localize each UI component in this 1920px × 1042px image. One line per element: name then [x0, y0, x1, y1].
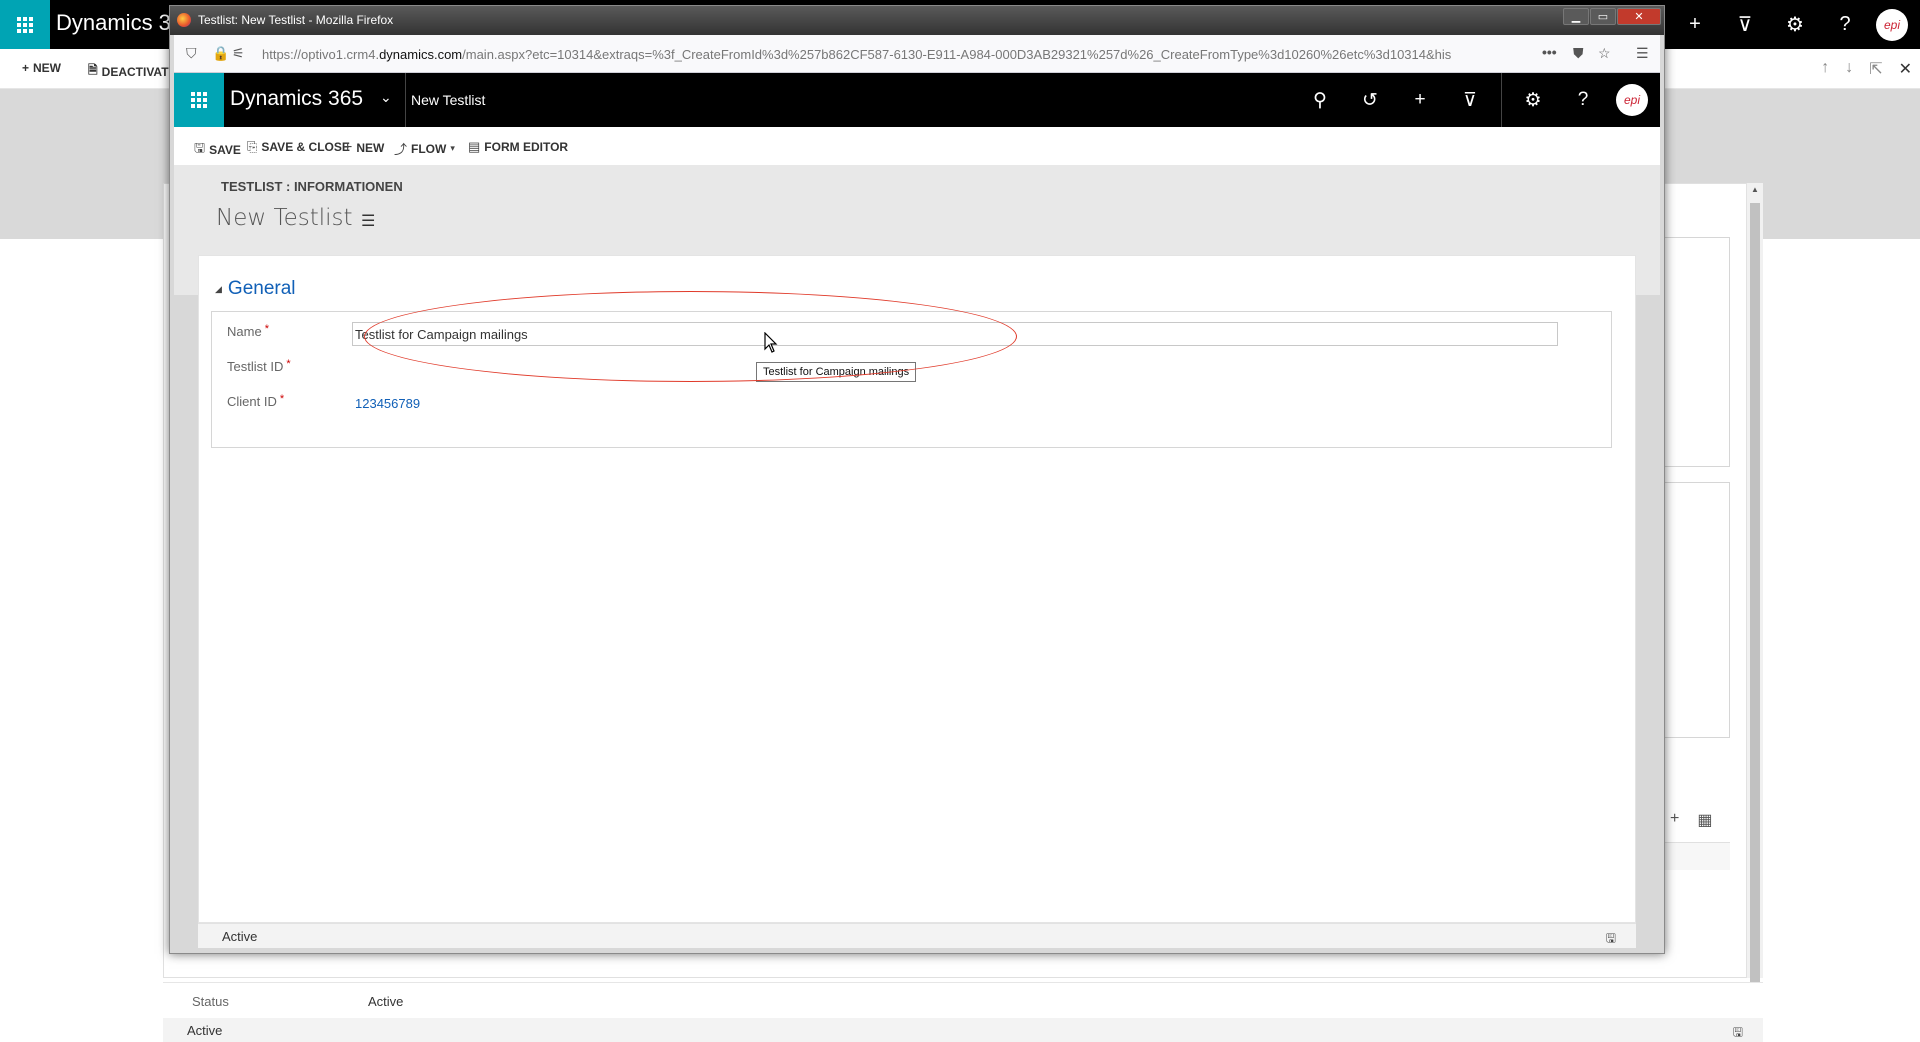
save-icon: 🖫 [194, 140, 206, 155]
window-title-bar[interactable]: Testlist: New Testlist - Mozilla Firefox… [170, 6, 1664, 35]
form-body: ◢ General Name* Testlist ID* Client ID* … [198, 255, 1636, 923]
field-label: Name * [227, 323, 269, 339]
required-marker: * [286, 358, 291, 370]
filter-icon[interactable]: ⊽ [1720, 0, 1770, 49]
command-bar: 🖫 SAVE ⎘ SAVE & CLOSE + NEW ⤴ FLOW ▾ ▤ F… [174, 127, 1660, 165]
required-marker: * [264, 323, 269, 335]
flow-icon: ⤴ [394, 142, 408, 157]
firefox-logo-icon [177, 13, 191, 27]
maximize-icon[interactable]: ▭ [1590, 8, 1616, 25]
page-actions-icon[interactable]: ••• [1542, 44, 1557, 60]
grid-icon[interactable]: ▦ [1697, 810, 1712, 830]
firefox-window: Testlist: New Testlist - Mozilla Firefox… [169, 5, 1665, 954]
background-new-button[interactable]: + NEW [22, 61, 61, 75]
collapse-triangle-icon[interactable]: ◢ [215, 284, 222, 295]
scrollbar-thumb[interactable] [1750, 203, 1760, 1042]
page-title: New Testlist [216, 205, 353, 231]
hamburger-menu-icon[interactable]: ☰ [1636, 45, 1649, 62]
app-launcher-icon[interactable] [174, 73, 224, 127]
help-icon[interactable]: ? [1558, 73, 1608, 127]
name-input[interactable] [352, 322, 1558, 346]
arrow-up-icon[interactable]: ↑ [1821, 59, 1829, 79]
new-button[interactable]: + NEW [343, 139, 384, 157]
divider [1501, 73, 1502, 127]
footer-status: Active [187, 1023, 223, 1038]
background-footer: Active 🖫 [163, 1018, 1763, 1042]
app-brand[interactable]: Dynamics 365 [230, 87, 363, 111]
filter-icon[interactable]: ⊽ [1445, 73, 1495, 127]
background-side-box [1660, 482, 1730, 738]
background-side-box [1660, 237, 1730, 467]
plus-icon[interactable]: + [1670, 0, 1720, 49]
popout-icon[interactable]: ⇱ [1869, 59, 1882, 79]
background-status-row: Status Active [163, 982, 1763, 1018]
save-icon[interactable]: 🖫 [1733, 1023, 1743, 1042]
app-top-bar: Dynamics 365 ⌄ New Testlist ⚲ ↺ + ⊽ ⚙ ? … [174, 73, 1660, 127]
status-label: Status [192, 994, 229, 1009]
plus-icon: + [343, 139, 353, 156]
url-bar[interactable]: ⛉ 🔒 ⚟ https://optivo1.crm4.dynamics.com/… [174, 35, 1660, 73]
mouse-cursor-icon [764, 332, 778, 353]
close-icon[interactable]: ✕ [1899, 59, 1912, 79]
avatar[interactable]: epi [1876, 8, 1908, 41]
scroll-up-icon[interactable]: ▲ [1751, 185, 1759, 194]
save-and-close-button[interactable]: ⎘ SAVE & CLOSE [247, 139, 350, 155]
required-marker: * [279, 393, 285, 405]
settings-icon[interactable]: ⚙ [1508, 73, 1558, 127]
pocket-icon[interactable]: ⛊ [1573, 45, 1584, 62]
record-menu-icon[interactable]: ☰ [361, 211, 375, 231]
background-deactivate-button[interactable]: 🗎 DEACTIVAT [88, 61, 169, 82]
minimize-icon[interactable]: ▁ [1563, 8, 1589, 25]
form-status-bar: Active 🖫 [198, 923, 1636, 948]
field-label: Client ID * [227, 393, 285, 409]
flow-button[interactable]: ⤴ FLOW ▾ [394, 139, 455, 158]
form-editor-button[interactable]: ▤ FORM EDITOR [468, 139, 568, 155]
avatar[interactable]: epi [1616, 84, 1648, 116]
app-launcher-icon[interactable] [0, 0, 50, 49]
save-close-icon: ⎘ [247, 139, 258, 154]
save-icon[interactable]: 🖫 [1606, 929, 1616, 950]
lock-icon[interactable]: 🔒 [212, 45, 229, 62]
permissions-icon[interactable]: ⚟ [232, 45, 245, 62]
form-selector[interactable]: TESTLIST : INFORMATIONEN [221, 179, 403, 194]
background-subgrid-header [1660, 842, 1730, 870]
status-value: Active [368, 994, 404, 1009]
window-title: Testlist: New Testlist - Mozilla Firefox [198, 13, 394, 27]
plus-icon[interactable]: + [1395, 73, 1445, 127]
tooltip: Testlist for Campaign mailings [756, 362, 917, 382]
settings-icon[interactable]: ⚙ [1770, 0, 1820, 49]
shield-icon[interactable]: ⛉ [186, 45, 197, 62]
record-status: Active [222, 929, 258, 944]
document-icon: 🗎 [88, 63, 98, 77]
bookmark-star-icon[interactable]: ☆ [1598, 45, 1611, 62]
field-label: Testlist ID * [227, 358, 291, 374]
add-icon[interactable]: + [1670, 810, 1679, 830]
section-title: General [227, 278, 296, 299]
chevron-down-icon[interactable]: ⌄ [380, 89, 392, 106]
client-id-field[interactable]: 123456789 [355, 396, 420, 411]
history-icon[interactable]: ↺ [1345, 73, 1395, 127]
form-editor-icon: ▤ [468, 139, 481, 154]
breadcrumb[interactable]: New Testlist [411, 92, 485, 108]
search-icon[interactable]: ⚲ [1295, 73, 1345, 127]
background-scrollbar[interactable]: ▲ [1746, 183, 1763, 1042]
help-icon[interactable]: ? [1820, 0, 1870, 49]
divider [405, 73, 406, 127]
section-header-general[interactable]: ◢ General [215, 278, 296, 300]
window-close-icon[interactable]: ✕ [1617, 8, 1661, 25]
url-text[interactable]: https://optivo1.crm4.dynamics.com/main.a… [262, 47, 1527, 62]
arrow-down-icon[interactable]: ↓ [1845, 59, 1853, 79]
dropdown-caret-icon: ▾ [450, 143, 455, 153]
save-button[interactable]: 🖫 SAVE [194, 139, 241, 161]
plus-icon: + [22, 61, 30, 75]
field-row-name: Name * [212, 317, 1611, 347]
field-row-client-id: Client ID * 123456789 [212, 387, 1611, 417]
